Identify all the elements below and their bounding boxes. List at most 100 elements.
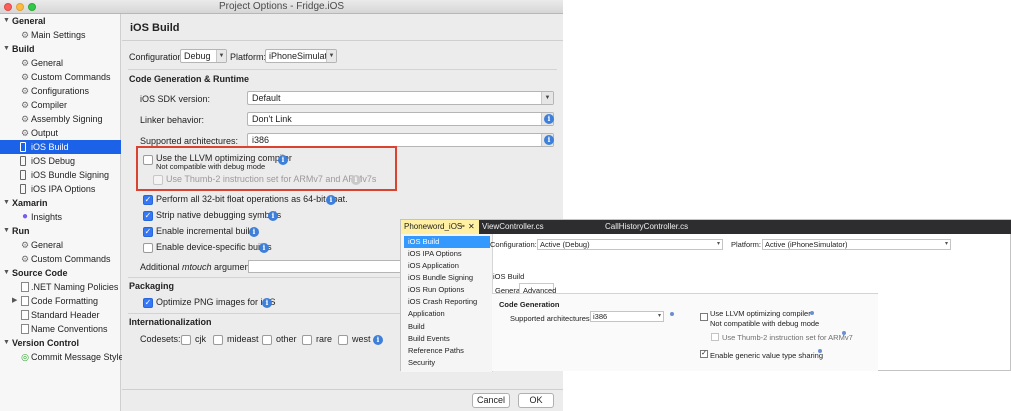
linker-behavior-label: Linker behavior: bbox=[140, 115, 205, 125]
sidebar-item-code-formatting[interactable]: ▶ Code Formatting bbox=[0, 294, 121, 308]
info-icon[interactable]: i bbox=[262, 298, 272, 308]
info-icon[interactable] bbox=[670, 312, 674, 316]
vs-architectures-select[interactable]: i386 ▾ bbox=[590, 311, 664, 322]
nav-item-security[interactable]: Security bbox=[404, 357, 490, 369]
close-icon[interactable]: ✕ bbox=[468, 220, 475, 234]
nav-item-application[interactable]: Application bbox=[404, 308, 490, 320]
info-icon[interactable] bbox=[842, 331, 846, 335]
sidebar-group-build[interactable]: ▼ Build bbox=[0, 42, 121, 56]
ok-button[interactable]: OK bbox=[518, 393, 554, 408]
nav-item-build-events[interactable]: Build Events bbox=[404, 333, 490, 345]
disclosure-closed-icon[interactable]: ▶ bbox=[12, 294, 17, 308]
disclosure-open-icon[interactable]: ▼ bbox=[3, 266, 10, 280]
tab-label: CallHistoryController.cs bbox=[605, 222, 689, 231]
nav-item-ios-ipa-options[interactable]: iOS IPA Options bbox=[404, 248, 490, 260]
sidebar-item-build-custom-commands[interactable]: ⚙ Custom Commands bbox=[0, 70, 121, 84]
vs-platform-select[interactable]: Active (iPhoneSimulator) ▾ bbox=[762, 239, 951, 250]
chevron-down-icon: ▾ bbox=[944, 241, 948, 247]
sidebar-item-ios-ipa-options[interactable]: iOS IPA Options bbox=[0, 182, 121, 196]
gear-icon: ⚙ bbox=[20, 240, 30, 250]
device-builds-checkbox[interactable] bbox=[143, 243, 153, 253]
disclosure-open-icon[interactable]: ▼ bbox=[3, 336, 10, 350]
sidebar-item-assembly-signing[interactable]: ⚙ Assembly Signing bbox=[0, 112, 121, 126]
tab-label: ViewController.cs bbox=[482, 222, 544, 231]
info-icon[interactable]: i bbox=[351, 175, 361, 185]
pin-icon[interactable]: ⊸ bbox=[459, 220, 465, 234]
sidebar-group-source-code[interactable]: ▼ Source Code bbox=[0, 266, 121, 280]
sidebar-item-commit-message-style[interactable]: ◎ Commit Message Style bbox=[0, 350, 123, 364]
sidebar-group-label: Version Control bbox=[12, 338, 80, 348]
info-icon[interactable] bbox=[818, 349, 822, 353]
sidebar-item-configurations[interactable]: ⚙ Configurations bbox=[0, 84, 121, 98]
cancel-button[interactable]: Cancel bbox=[472, 393, 510, 408]
sdk-version-label: iOS SDK version: bbox=[140, 94, 211, 104]
codeset-mideast-checkbox[interactable] bbox=[213, 335, 223, 345]
info-icon[interactable]: i bbox=[259, 243, 269, 253]
nav-item-ios-application[interactable]: iOS Application bbox=[404, 260, 490, 272]
sidebar-item-standard-header[interactable]: Standard Header bbox=[0, 308, 121, 322]
vs-thumb2-checkbox[interactable] bbox=[711, 333, 719, 341]
sidebar-group-run[interactable]: ▼ Run bbox=[0, 224, 121, 238]
strip-symbols-label: Strip native debugging symbols bbox=[156, 210, 282, 220]
sidebar-item-insights[interactable]: ● Insights bbox=[0, 210, 121, 224]
info-icon[interactable]: i bbox=[544, 135, 554, 145]
info-icon[interactable]: i bbox=[268, 211, 278, 221]
nav-item-ios-run-options[interactable]: iOS Run Options bbox=[404, 284, 490, 296]
sidebar-group-label: Run bbox=[12, 226, 30, 236]
vs-generic-sharing-checkbox[interactable]: ✓ bbox=[700, 350, 708, 358]
codeset-cjk-checkbox[interactable] bbox=[181, 335, 191, 345]
sidebar-item-name-conventions[interactable]: Name Conventions bbox=[0, 322, 121, 336]
sidebar-item-compiler[interactable]: ⚙ Compiler bbox=[0, 98, 121, 112]
mtouch-arguments-input[interactable] bbox=[248, 260, 403, 273]
sidebar-item-ios-build[interactable]: iOS Build bbox=[0, 140, 121, 154]
vs-llvm-checkbox[interactable] bbox=[700, 313, 708, 321]
info-icon[interactable]: i bbox=[373, 335, 383, 345]
info-icon[interactable] bbox=[810, 311, 814, 315]
sidebar-item-run-custom-commands[interactable]: ⚙ Custom Commands bbox=[0, 252, 121, 266]
incremental-builds-checkbox[interactable]: ✓ bbox=[143, 227, 153, 237]
codeset-west-checkbox[interactable] bbox=[338, 335, 348, 345]
codeset-rare-checkbox[interactable] bbox=[302, 335, 312, 345]
codeset-other-checkbox[interactable] bbox=[262, 335, 272, 345]
tab-viewcontroller[interactable]: ViewController.cs bbox=[479, 220, 565, 234]
disclosure-open-icon[interactable]: ▼ bbox=[3, 196, 10, 210]
disclosure-open-icon[interactable]: ▼ bbox=[3, 14, 10, 28]
linker-behavior-select[interactable]: Don't Link ▼ bbox=[247, 112, 554, 126]
nav-item-build[interactable]: Build bbox=[404, 321, 490, 333]
platform-select[interactable]: iPhoneSimulator ▼ bbox=[265, 49, 337, 63]
optimize-png-checkbox[interactable]: ✓ bbox=[143, 298, 153, 308]
sidebar-item-main-settings[interactable]: ⚙ Main Settings bbox=[0, 28, 121, 42]
sidebar-item-build-general[interactable]: ⚙ General bbox=[0, 56, 121, 70]
float64-checkbox[interactable]: ✓ bbox=[143, 195, 153, 205]
configuration-select[interactable]: Debug ▼ bbox=[180, 49, 227, 63]
strip-symbols-checkbox[interactable]: ✓ bbox=[143, 211, 153, 221]
sidebar-item-ios-debug[interactable]: iOS Debug bbox=[0, 154, 121, 168]
info-icon[interactable]: i bbox=[278, 155, 288, 165]
info-icon[interactable]: i bbox=[326, 195, 336, 205]
sidebar-item-label: Output bbox=[31, 128, 59, 138]
sidebar-item-output[interactable]: ⚙ Output bbox=[0, 126, 121, 140]
tab-callhistorycontroller[interactable]: CallHistoryController.cs bbox=[602, 220, 712, 234]
nav-item-ios-bundle-signing[interactable]: iOS Bundle Signing bbox=[404, 272, 490, 284]
disclosure-open-icon[interactable]: ▼ bbox=[3, 42, 10, 56]
sidebar-item-run-general[interactable]: ⚙ General bbox=[0, 238, 121, 252]
disclosure-open-icon[interactable]: ▼ bbox=[3, 224, 10, 238]
sdk-version-select[interactable]: Default ▼ bbox=[247, 91, 554, 105]
vs-configuration-select[interactable]: Active (Debug) ▾ bbox=[537, 239, 723, 250]
llvm-checkbox[interactable] bbox=[143, 155, 153, 165]
sidebar-item-naming-policies[interactable]: .NET Naming Policies bbox=[0, 280, 121, 294]
thumb2-checkbox[interactable] bbox=[153, 175, 163, 185]
sidebar-group-version-control[interactable]: ▼ Version Control bbox=[0, 336, 121, 350]
document-icon bbox=[21, 310, 29, 320]
sidebar-group-general[interactable]: ▼ General bbox=[0, 14, 121, 28]
info-icon[interactable]: i bbox=[544, 114, 554, 124]
sidebar-item-ios-bundle-signing[interactable]: iOS Bundle Signing bbox=[0, 168, 121, 182]
nav-item-ios-crash-reporting[interactable]: iOS Crash Reporting bbox=[404, 296, 490, 308]
architectures-select[interactable]: i386 ▼ bbox=[247, 133, 554, 147]
sidebar-group-xamarin[interactable]: ▼ Xamarin bbox=[0, 196, 121, 210]
nav-item-ios-build[interactable]: iOS Build bbox=[404, 236, 490, 248]
gear-icon: ⚙ bbox=[20, 254, 30, 264]
tab-phoneword-ios[interactable]: Phoneword_iOS ⊸ ✕ bbox=[401, 220, 479, 234]
nav-item-reference-paths[interactable]: Reference Paths bbox=[404, 345, 490, 357]
info-icon[interactable]: i bbox=[249, 227, 259, 237]
